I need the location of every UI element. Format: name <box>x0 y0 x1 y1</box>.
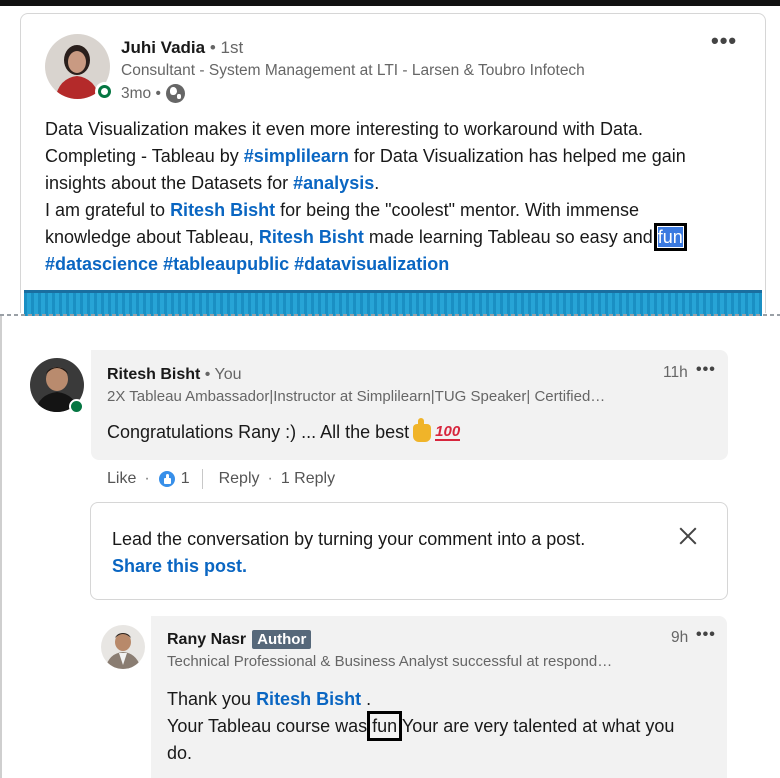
screenshot-divider <box>0 314 780 316</box>
text: Completing - Tableau by <box>45 146 244 166</box>
reply-author-headline: Technical Professional & Business Analys… <box>167 653 613 670</box>
post-timestamp: 3mo • <box>121 84 185 103</box>
post-line: insights about the Datasets for #analysi… <box>45 170 745 197</box>
reply-button[interactable]: Reply <box>219 470 260 488</box>
post-image[interactable] <box>24 290 762 316</box>
separator: · <box>267 470 273 487</box>
text: for Data Visualization has helped me gai… <box>348 146 686 166</box>
like-button[interactable]: Like <box>107 470 136 488</box>
post-time-text: 3mo • <box>121 84 161 102</box>
reply-line: do. <box>167 743 193 763</box>
text: insights about the Datasets for <box>45 173 294 193</box>
hashtag-datavisualization[interactable]: #datavisualization <box>294 254 449 274</box>
hundred-emoji-icon: 100 <box>435 423 461 441</box>
hashtag-analysis[interactable]: #analysis <box>293 173 374 193</box>
share-prompt-text: Lead the conversation by turning your co… <box>112 529 586 549</box>
comment-text-content: Congratulations Rany :) ... All the best <box>107 422 410 442</box>
post-line: Completing - Tableau by #simplilearn for… <box>45 143 745 170</box>
panel-left-border <box>0 316 2 778</box>
mention-ritesh-bisht[interactable]: Ritesh Bisht <box>259 227 364 247</box>
like-count[interactable]: 1 <box>181 470 190 488</box>
like-reaction-icon[interactable] <box>157 470 176 488</box>
reply-line: Thank you Ritesh Bisht . <box>167 686 717 713</box>
reply-count[interactable]: 1 Reply <box>281 470 335 488</box>
text: knowledge about Tableau, <box>45 227 259 247</box>
reply-timestamp: 9h <box>671 629 689 646</box>
reply-author-name[interactable]: Rany Nasr <box>167 631 246 649</box>
divider <box>201 469 203 489</box>
text: Your Tableau course was <box>167 716 373 736</box>
online-status-icon <box>95 82 114 101</box>
text: Your are very talented at what you <box>397 716 675 736</box>
thumbs-up-emoji-icon <box>413 417 432 442</box>
post-author-headline: Consultant - System Management at LTI - … <box>121 62 585 79</box>
hashtag-simplilearn[interactable]: #simplilearn <box>244 146 349 166</box>
connection-degree: • 1st <box>205 38 244 57</box>
selected-word-fun: fun <box>653 223 687 251</box>
text: Thank you <box>167 689 257 709</box>
reply-text: Thank you Ritesh Bisht . Your Tableau co… <box>167 686 717 767</box>
post-hashtags: #datascience #tableaupublic #datavisuali… <box>45 251 745 278</box>
comment-author[interactable]: Ritesh Bisht • You <box>107 366 242 384</box>
post-author-name[interactable]: Juhi Vadia <box>121 38 205 57</box>
post-author[interactable]: Juhi Vadia • 1st <box>121 38 243 58</box>
you-label: • You <box>200 366 242 383</box>
comment-timestamp: 11h <box>663 364 688 381</box>
comment-text: Congratulations Rany :) ... All the best… <box>107 417 461 443</box>
post-line: knowledge about Tableau, Ritesh Bisht ma… <box>45 223 745 251</box>
window-top-border <box>0 0 780 6</box>
post-text: Data Visualization makes it even more in… <box>45 116 745 278</box>
post-card: Juhi Vadia • 1st Consultant - System Man… <box>20 13 766 316</box>
text: made learning Tableau so easy and <box>363 227 658 247</box>
text: for being the "coolest" mentor. With imm… <box>275 200 640 220</box>
comment-bubble: Ritesh Bisht • You 2X Tableau Ambassador… <box>91 350 728 460</box>
mention-ritesh-bisht[interactable]: Ritesh Bisht <box>170 200 275 220</box>
reply-line: Your Tableau course was fun Your are ver… <box>167 711 717 741</box>
comment-more-options-button[interactable]: ••• <box>696 361 716 379</box>
text: . <box>374 173 380 193</box>
text: I am grateful to <box>45 200 171 220</box>
hashtag-datascience[interactable]: #datascience <box>45 254 158 274</box>
reply-bubble: Rany Nasr Author Technical Professional … <box>151 616 727 778</box>
globe-icon <box>165 84 185 103</box>
share-this-post-link[interactable]: Share this post. <box>112 556 247 577</box>
highlighted-word-fun: fun <box>367 711 403 741</box>
post-more-options-button[interactable]: ••• <box>711 28 737 54</box>
comment-author-headline: 2X Tableau Ambassador|Instructor at Simp… <box>107 388 606 405</box>
comment-author-name[interactable]: Ritesh Bisht <box>107 366 200 383</box>
text: . <box>361 689 372 709</box>
post-line: Data Visualization makes it even more in… <box>45 119 643 139</box>
mention-ritesh-bisht[interactable]: Ritesh Bisht <box>256 689 361 709</box>
post-line: I am grateful to Ritesh Bisht for being … <box>45 197 745 224</box>
rany-avatar[interactable] <box>101 625 145 669</box>
author-badge: Author <box>252 630 312 649</box>
reply-author[interactable]: Rany Nasr Author <box>167 630 312 649</box>
share-prompt-card: Lead the conversation by turning your co… <box>90 502 728 600</box>
comment-actions: Like · 1 Reply · 1 Reply <box>107 469 335 489</box>
hashtag-tableaupublic[interactable]: #tableaupublic <box>163 254 289 274</box>
online-status-icon <box>69 399 84 414</box>
reply-more-options-button[interactable]: ••• <box>696 626 716 644</box>
separator: · <box>144 470 150 487</box>
close-icon[interactable] <box>677 525 699 547</box>
